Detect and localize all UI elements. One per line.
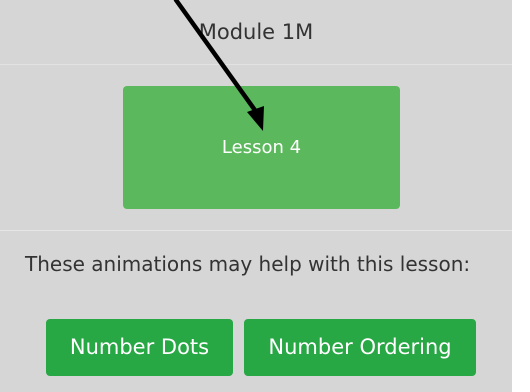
page-margin <box>512 0 530 392</box>
divider <box>0 230 512 231</box>
module-card: Module 1M Lesson 4 These animations may … <box>0 0 512 392</box>
lesson-button[interactable]: Lesson 4 <box>123 86 400 209</box>
animations-intro-text: These animations may help with this less… <box>25 252 471 276</box>
module-title: Module 1M <box>0 0 512 65</box>
number-dots-button[interactable]: Number Dots <box>46 319 233 376</box>
number-ordering-button[interactable]: Number Ordering <box>244 319 476 376</box>
